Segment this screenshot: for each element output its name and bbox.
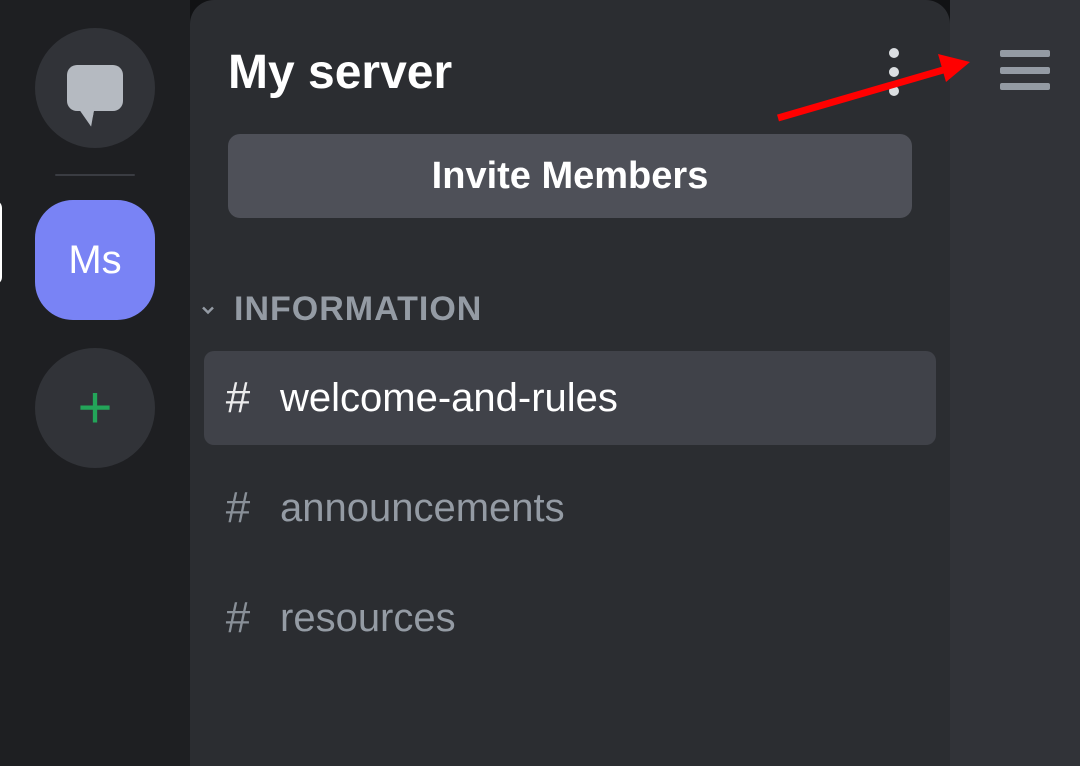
channel-announcements[interactable]: # announcements	[204, 461, 936, 555]
server-header[interactable]: My server	[190, 0, 950, 134]
hamburger-line-icon	[1000, 67, 1050, 74]
active-server-indicator	[0, 200, 2, 285]
channel-label: welcome-and-rules	[280, 376, 618, 421]
channel-label: resources	[280, 596, 456, 641]
server-menu-button[interactable]	[876, 44, 912, 100]
hash-icon: #	[218, 593, 258, 643]
server-initials: Ms	[68, 238, 121, 283]
direct-messages-button[interactable]	[35, 28, 155, 148]
invite-members-label: Invite Members	[432, 155, 709, 198]
hamburger-line-icon	[1000, 50, 1050, 57]
hash-icon: #	[218, 483, 258, 533]
member-list-toggle[interactable]	[1000, 50, 1050, 90]
channel-label: announcements	[280, 486, 565, 531]
chat-bubble-icon	[67, 65, 123, 111]
hash-icon: #	[218, 373, 258, 423]
channel-welcome-and-rules[interactable]: # welcome-and-rules	[204, 351, 936, 445]
kebab-dot-icon	[889, 67, 899, 77]
server-icon-myserver[interactable]: Ms	[35, 200, 155, 320]
add-server-button[interactable]: +	[35, 348, 155, 468]
category-header-information[interactable]: INFORMATION	[190, 238, 950, 343]
rail-divider	[55, 174, 135, 176]
invite-members-button[interactable]: Invite Members	[228, 134, 912, 218]
chevron-down-icon	[196, 298, 220, 322]
server-rail: Ms +	[0, 0, 190, 766]
hamburger-line-icon	[1000, 83, 1050, 90]
kebab-dot-icon	[889, 48, 899, 58]
plus-icon: +	[77, 378, 112, 438]
channel-panel: My server Invite Members INFORMATION # w…	[190, 0, 950, 766]
channel-resources[interactable]: # resources	[204, 571, 936, 665]
server-title: My server	[228, 45, 452, 100]
kebab-dot-icon	[889, 86, 899, 96]
category-label: INFORMATION	[234, 290, 482, 329]
right-chat-area	[950, 0, 1080, 766]
